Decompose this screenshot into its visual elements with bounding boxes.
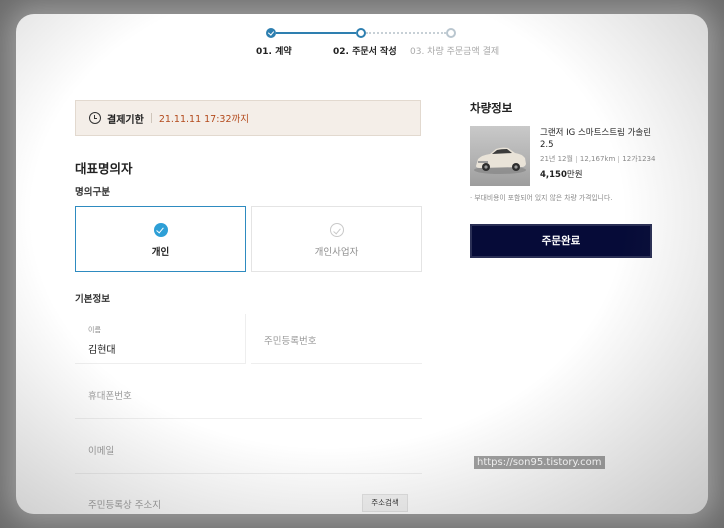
vehicle-mileage: 12,167km bbox=[579, 155, 616, 163]
type-option-label: 개인사업자 bbox=[314, 247, 359, 258]
step-connector-2 bbox=[366, 32, 446, 34]
step-3-label: 03. 차량 주문금액 결제 bbox=[410, 47, 500, 57]
name-field[interactable]: 이름 김현대 bbox=[75, 314, 246, 364]
phone-placeholder: 휴대폰번호 bbox=[88, 391, 132, 402]
vehicle-info-title: 차량정보 bbox=[470, 101, 513, 115]
email-field[interactable]: 이메일 bbox=[75, 424, 422, 474]
vehicle-plate: 12가1234 bbox=[622, 155, 656, 163]
divider bbox=[150, 113, 152, 123]
vehicle-price: 4,150만원 bbox=[540, 168, 583, 180]
rrn-placeholder: 주민등록번호 bbox=[264, 336, 317, 347]
check-circle-icon bbox=[153, 223, 168, 237]
deadline-value: 21.11.11 17:32까지 bbox=[158, 114, 249, 125]
vehicle-price-note: · 부대비용이 포함되어 있지 않은 차량 가격입니다. bbox=[470, 192, 612, 202]
vehicle-meta: 21년 12월 12,167km 12가1234 bbox=[540, 154, 655, 164]
vehicle-name: 그랜저 IG 스마트스트림 가솔린 2.5 bbox=[540, 128, 652, 150]
name-field-value: 김현대 bbox=[88, 345, 116, 356]
vehicle-price-unit: 만원 bbox=[566, 170, 583, 180]
step-2-dot-icon bbox=[356, 28, 366, 38]
type-option-label: 개인 bbox=[151, 247, 170, 258]
vehicle-price-number: 4,150 bbox=[540, 170, 567, 180]
ownership-type-title: 명의구분 bbox=[75, 187, 110, 198]
vehicle-price-note-text: 부대비용이 포함되어 있지 않은 차량 가격입니다. bbox=[474, 194, 613, 202]
step-3-dot-icon bbox=[446, 28, 456, 38]
step-1-label: 01. 계약 bbox=[256, 47, 292, 57]
type-option-sole-proprietor[interactable]: 개인사업자 bbox=[251, 206, 422, 272]
car-image-icon bbox=[474, 147, 526, 174]
clock-icon bbox=[89, 112, 101, 124]
phone-field[interactable]: 휴대폰번호 bbox=[75, 369, 422, 419]
address-placeholder: 주민등록상 주소지 bbox=[88, 500, 161, 511]
type-option-individual[interactable]: 개인 bbox=[75, 206, 246, 272]
deadline-label: 결제기한 bbox=[107, 114, 144, 126]
check-circle-icon bbox=[329, 223, 344, 237]
email-placeholder: 이메일 bbox=[88, 446, 115, 457]
step-connector-1 bbox=[276, 32, 356, 34]
name-field-label: 이름 bbox=[88, 326, 101, 334]
representative-title: 대표명의자 bbox=[75, 161, 133, 176]
order-complete-button[interactable]: 주문완료 bbox=[470, 224, 652, 258]
payment-deadline-box: 결제기한 21.11.11 17:32까지 bbox=[75, 100, 421, 136]
address-search-button[interactable]: 주소검색 bbox=[362, 494, 408, 512]
step-1-check-icon bbox=[266, 28, 276, 38]
rrn-field[interactable]: 주민등록번호 bbox=[251, 314, 422, 364]
vehicle-photo bbox=[470, 126, 530, 186]
watermark: https://son95.tistory.com bbox=[474, 456, 605, 469]
step-2-label: 02. 주문서 작성 bbox=[333, 47, 397, 57]
basic-info-title: 기본정보 bbox=[75, 294, 110, 305]
divider bbox=[618, 155, 620, 163]
vehicle-year: 21년 12월 bbox=[540, 155, 573, 163]
divider bbox=[575, 155, 577, 163]
order-page: 01. 계약 02. 주문서 작성 03. 차량 주문금액 결제 결제기한 21… bbox=[16, 14, 708, 514]
order-stepper: 01. 계약 02. 주문서 작성 03. 차량 주문금액 결제 bbox=[16, 14, 708, 64]
